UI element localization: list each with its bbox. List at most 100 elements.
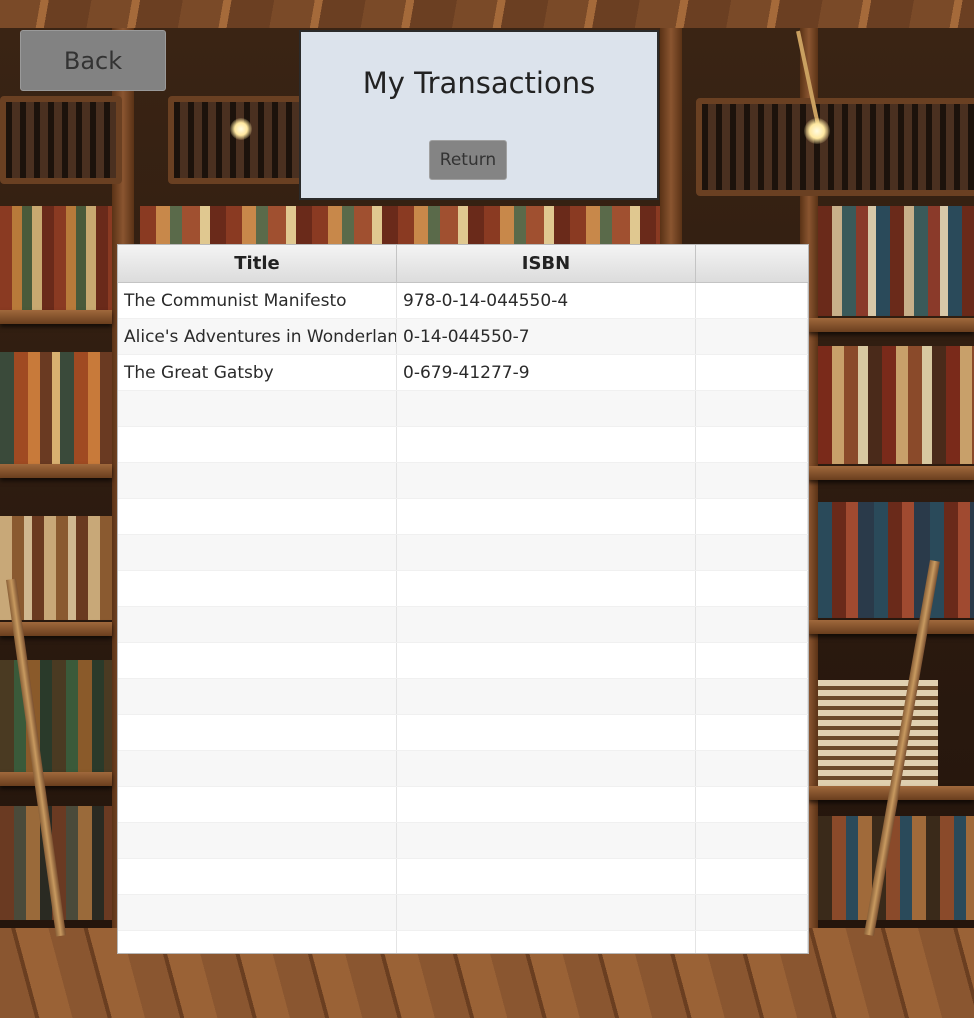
cell-title — [118, 571, 397, 606]
shelf-plank — [0, 464, 112, 478]
cell-extra — [696, 499, 808, 534]
cell-extra — [696, 895, 808, 930]
books — [0, 206, 112, 310]
column-header-extra[interactable] — [696, 245, 808, 282]
cabinet — [168, 96, 310, 184]
cell-extra — [696, 607, 808, 642]
page-title: My Transactions — [362, 66, 596, 100]
empty-table-row[interactable] — [118, 535, 808, 571]
cell-isbn — [397, 535, 696, 570]
cell-extra — [696, 715, 808, 750]
cell-title — [118, 859, 397, 894]
empty-table-row[interactable] — [118, 607, 808, 643]
cell-title — [118, 535, 397, 570]
back-button[interactable]: Back — [20, 30, 166, 91]
cell-isbn — [397, 895, 696, 930]
empty-table-row[interactable] — [118, 895, 808, 931]
table-header: Title ISBN — [118, 245, 808, 283]
cell-title — [118, 787, 397, 822]
empty-table-row[interactable] — [118, 931, 808, 953]
cell-title — [118, 463, 397, 498]
cell-title — [118, 427, 397, 462]
cell-extra — [696, 643, 808, 678]
cell-title: Alice's Adventures in Wonderland — [118, 319, 397, 354]
cell-isbn — [397, 571, 696, 606]
cell-extra — [696, 319, 808, 354]
lamp-light — [230, 118, 252, 140]
shelf-plank — [808, 318, 974, 332]
cabinet — [696, 98, 974, 196]
empty-table-row[interactable] — [118, 427, 808, 463]
return-button-label: Return — [439, 150, 497, 170]
cell-extra — [696, 427, 808, 462]
table-row[interactable]: The Communist Manifesto 978-0-14-044550-4 — [118, 283, 808, 319]
books — [0, 660, 112, 772]
transactions-table[interactable]: Title ISBN The Communist Manifesto 978-0-… — [117, 244, 809, 954]
cell-title — [118, 715, 397, 750]
cell-isbn — [397, 931, 696, 953]
cell-isbn — [397, 715, 696, 750]
cell-isbn — [397, 643, 696, 678]
cell-extra — [696, 931, 808, 953]
cell-title — [118, 679, 397, 714]
cell-title — [118, 391, 397, 426]
cell-isbn — [397, 463, 696, 498]
empty-table-row[interactable] — [118, 751, 808, 787]
cell-extra — [696, 535, 808, 570]
books — [818, 502, 974, 618]
cell-extra — [696, 391, 808, 426]
cell-title: The Great Gatsby — [118, 355, 397, 390]
cell-extra — [696, 283, 808, 318]
empty-table-row[interactable] — [118, 859, 808, 895]
cell-isbn — [397, 679, 696, 714]
cell-title: The Communist Manifesto — [118, 283, 397, 318]
cell-isbn: 978-0-14-044550-4 — [397, 283, 696, 318]
shelf-plank — [0, 310, 112, 324]
cell-title — [118, 823, 397, 858]
cell-title — [118, 499, 397, 534]
header-panel: My Transactions Return — [299, 30, 659, 200]
cell-extra — [696, 751, 808, 786]
table-body: The Communist Manifesto 978-0-14-044550-4… — [118, 283, 808, 953]
books — [140, 206, 660, 246]
table-row[interactable]: Alice's Adventures in Wonderland 0-14-044… — [118, 319, 808, 355]
return-button[interactable]: Return — [429, 140, 507, 180]
empty-table-row[interactable] — [118, 499, 808, 535]
cell-extra — [696, 787, 808, 822]
cell-title — [118, 751, 397, 786]
cell-extra — [696, 355, 808, 390]
books-stack — [818, 680, 938, 790]
cell-extra — [696, 823, 808, 858]
shelf-beam — [660, 28, 682, 248]
empty-table-row[interactable] — [118, 679, 808, 715]
cell-isbn — [397, 823, 696, 858]
cell-isbn — [397, 607, 696, 642]
books — [0, 352, 112, 464]
empty-table-row[interactable] — [118, 571, 808, 607]
shelf-plank — [808, 466, 974, 480]
books — [818, 206, 974, 316]
empty-table-row[interactable] — [118, 823, 808, 859]
books — [818, 346, 974, 464]
cell-title — [118, 607, 397, 642]
cell-extra — [696, 679, 808, 714]
cell-title — [118, 931, 397, 953]
table-row[interactable]: The Great Gatsby 0-679-41277-9 — [118, 355, 808, 391]
books — [818, 816, 974, 920]
empty-table-row[interactable] — [118, 463, 808, 499]
column-header-isbn[interactable]: ISBN — [397, 245, 696, 282]
empty-table-row[interactable] — [118, 391, 808, 427]
empty-table-row[interactable] — [118, 643, 808, 679]
lamp-light — [804, 118, 830, 144]
cell-isbn — [397, 391, 696, 426]
empty-table-row[interactable] — [118, 787, 808, 823]
column-header-title[interactable]: Title — [118, 245, 397, 282]
cell-isbn — [397, 751, 696, 786]
cell-extra — [696, 463, 808, 498]
cell-isbn: 0-679-41277-9 — [397, 355, 696, 390]
back-button-label: Back — [63, 46, 123, 75]
empty-table-row[interactable] — [118, 715, 808, 751]
cell-extra — [696, 571, 808, 606]
cell-title — [118, 895, 397, 930]
cell-isbn: 0-14-044550-7 — [397, 319, 696, 354]
